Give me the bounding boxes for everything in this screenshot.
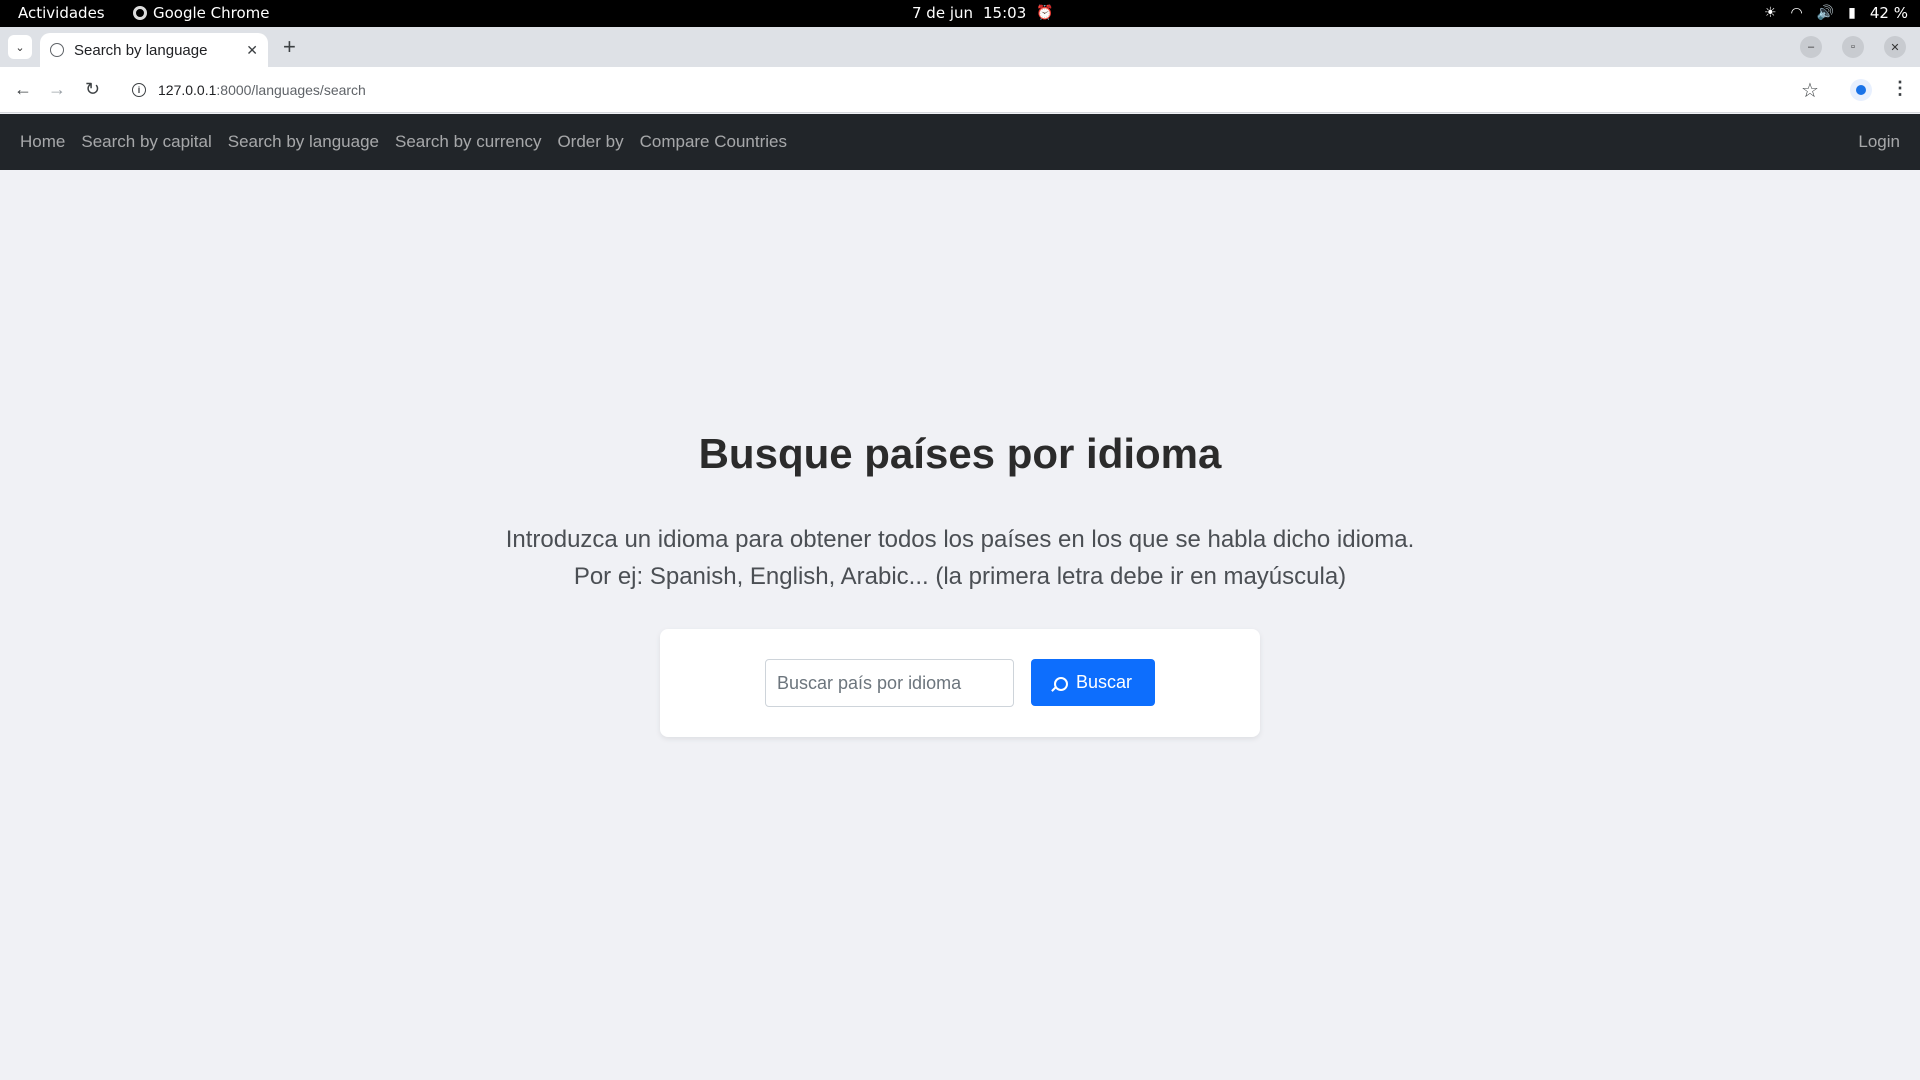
back-button[interactable]: ←	[14, 79, 32, 99]
new-tab-button[interactable]: +	[283, 35, 296, 59]
nav-order-by[interactable]: Order by	[549, 132, 631, 152]
tab-title: Search by language	[74, 41, 208, 59]
description-line-2: Por ej: Spanish, English, Arabic... (la …	[573, 563, 1347, 590]
person-icon	[1856, 85, 1866, 95]
site-navbar: Home Search by capital Search by languag…	[0, 114, 1920, 170]
time-label: 15:03	[983, 4, 1027, 22]
bookmark-star-icon[interactable]: ☆	[1801, 78, 1819, 103]
nav-search-by-capital[interactable]: Search by capital	[73, 132, 219, 152]
description-line-1: Introduzca un idioma para obtener todos …	[505, 526, 1415, 553]
search-icon	[1053, 677, 1068, 691]
forward-button[interactable]: →	[48, 79, 66, 99]
app-name: Google Chrome	[153, 4, 270, 22]
reload-button[interactable]: ↻	[85, 79, 100, 99]
chevron-down-icon: ⌄	[15, 41, 25, 54]
minimize-button[interactable]: –	[1800, 36, 1822, 58]
info-icon[interactable]: i	[132, 83, 146, 97]
url-host: 127.0.0.1	[158, 82, 217, 98]
browser-toolbar: ← → ↻ i 127.0.0.1:8000/languages/search …	[0, 67, 1920, 113]
globe-icon	[50, 43, 64, 57]
page-title: Busque países por idioma	[698, 430, 1222, 477]
tab-search-by-language[interactable]: Search by language ✕	[40, 33, 268, 67]
close-icon[interactable]: ✕	[246, 42, 258, 59]
wifi-icon: ◠	[1790, 5, 1803, 21]
nav-search-by-currency[interactable]: Search by currency	[387, 132, 549, 152]
page-description: Introduzca un idioma para obtener todos …	[0, 521, 1920, 595]
brightness-icon: ☀	[1763, 5, 1777, 21]
battery-percent: 42 %	[1869, 4, 1908, 22]
volume-icon: 🔊	[1816, 5, 1835, 21]
search-card: Buscar	[660, 629, 1260, 737]
profile-avatar[interactable]	[1850, 79, 1872, 101]
search-button[interactable]: Buscar	[1031, 659, 1155, 706]
battery-icon: ▮	[1848, 5, 1856, 21]
nav-compare-countries[interactable]: Compare Countries	[632, 132, 795, 152]
window-controls: – ▫ ✕	[1800, 36, 1906, 58]
os-top-bar: Actividades Google Chrome 7 de jun 15:03…	[0, 0, 1920, 27]
search-button-label: Buscar	[1075, 672, 1133, 692]
clock[interactable]: 7 de jun 15:03 ⏰	[912, 4, 1054, 22]
chrome-icon	[133, 6, 147, 20]
address-bar[interactable]: i 127.0.0.1:8000/languages/search	[122, 73, 1802, 107]
tab-strip: ⌄ Search by language ✕ + – ▫ ✕	[0, 27, 1920, 67]
maximize-button[interactable]: ▫	[1842, 36, 1864, 58]
tab-search-button[interactable]: ⌄	[8, 35, 32, 59]
activities-button[interactable]: Actividades	[18, 4, 105, 22]
alarm-icon: ⏰	[1036, 5, 1054, 21]
date-label: 7 de jun	[912, 4, 974, 22]
nav-login[interactable]: Login	[1850, 132, 1908, 152]
app-menu[interactable]: Google Chrome	[133, 4, 270, 22]
url-path: :8000/languages/search	[216, 82, 366, 98]
nav-home[interactable]: Home	[12, 132, 73, 152]
search-input[interactable]	[765, 659, 1014, 707]
more-menu-icon[interactable]: ⋮	[1891, 78, 1909, 99]
nav-search-by-language[interactable]: Search by language	[220, 132, 387, 152]
system-tray[interactable]: ☀ ◠ 🔊 ▮ 42 %	[1764, 4, 1908, 22]
close-window-button[interactable]: ✕	[1884, 36, 1906, 58]
